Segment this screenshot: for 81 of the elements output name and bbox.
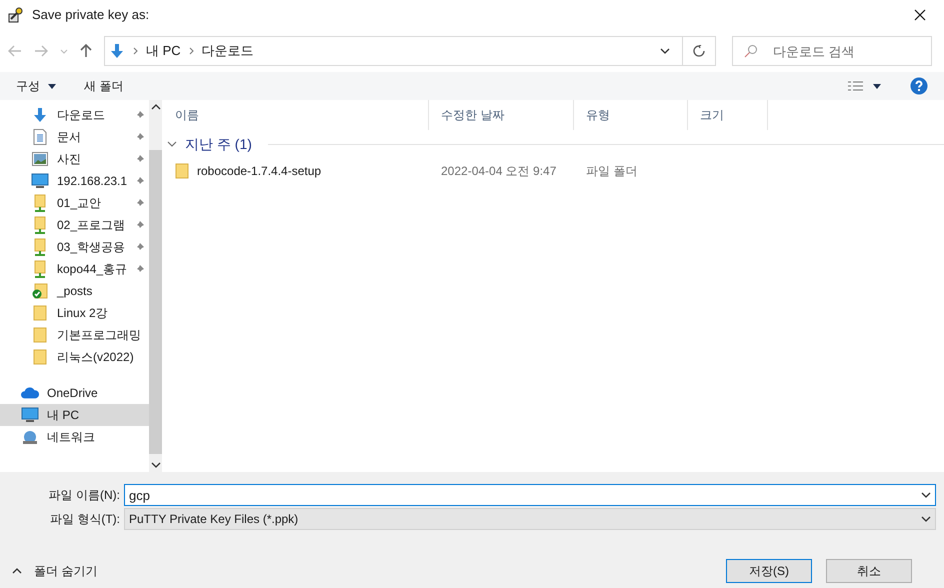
- column-header[interactable]: 수정한 날짜: [429, 100, 574, 130]
- search-icon: [744, 44, 758, 58]
- pin-icon[interactable]: [135, 242, 146, 252]
- window-title: Save private key as:: [32, 6, 150, 24]
- file-row[interactable]: robocode-1.7.4.4-setup 2022-04-04 오전 9:47 파일 폴더: [163, 158, 944, 184]
- key-icon: [8, 7, 24, 23]
- group-header[interactable]: 지난 주 (1): [185, 134, 252, 154]
- help-icon[interactable]: [910, 77, 928, 95]
- refresh-icon[interactable]: [693, 45, 705, 57]
- view-options-icon[interactable]: [848, 81, 882, 91]
- sidebar-item[interactable]: 기본프로그래밍: [0, 324, 150, 346]
- sidebar-item[interactable]: _posts: [0, 280, 150, 302]
- pin-icon[interactable]: [135, 198, 146, 208]
- network-folder-icon: [33, 238, 47, 256]
- folder-icon: [33, 349, 47, 365]
- address-dropdown-icon: [660, 48, 670, 54]
- scroll-up-icon: [150, 104, 161, 110]
- save-button[interactable]: 저장(S): [726, 559, 812, 583]
- chevron-right-icon: [133, 47, 138, 55]
- down-arrow-icon: [109, 43, 125, 59]
- pin-icon[interactable]: [135, 176, 146, 186]
- network-folder-icon: [33, 260, 47, 278]
- caret-down-icon: [48, 84, 56, 88]
- chevron-right-icon: [188, 47, 194, 55]
- sidebar-item[interactable]: 사진: [0, 148, 150, 170]
- monitor-icon: [31, 173, 49, 189]
- group-toggle-icon[interactable]: [167, 139, 177, 149]
- network-folder-icon: [33, 194, 47, 212]
- search-field[interactable]: 다운로드 검색: [732, 36, 932, 66]
- sidebar-item[interactable]: 03_학생공용: [0, 236, 150, 258]
- network-folder-icon: [33, 216, 47, 234]
- pin-icon[interactable]: [135, 264, 146, 274]
- column-header[interactable]: 크기: [688, 100, 768, 130]
- close-icon: [914, 9, 926, 21]
- cancel-button[interactable]: 취소: [826, 559, 912, 583]
- dropdown-chevron-icon: [921, 516, 931, 522]
- sidebar-item[interactable]: 내 PC: [0, 404, 150, 426]
- sidebar-item[interactable]: 02_프로그램: [0, 214, 150, 236]
- down-arrow-icon: [32, 107, 48, 123]
- pin-icon[interactable]: [135, 110, 146, 120]
- pin-icon[interactable]: [135, 154, 146, 164]
- monitor-icon: [21, 407, 39, 423]
- pin-icon[interactable]: [135, 220, 146, 230]
- forward-arrow-icon[interactable]: [34, 45, 48, 57]
- field-label: 파일 이름(N):: [48, 487, 121, 504]
- filename-field[interactable]: gcp: [124, 484, 936, 506]
- breadcrumb-item[interactable]: 다운로드: [202, 41, 254, 61]
- sidebar-item[interactable]: Linux 2강: [0, 302, 150, 324]
- sidebar-item[interactable]: 문서: [0, 126, 150, 148]
- scroll-down-icon: [150, 462, 161, 468]
- back-arrow-icon[interactable]: [8, 45, 22, 57]
- folder-icon: [33, 305, 47, 321]
- new-folder-button[interactable]: 새 폴더: [84, 77, 124, 95]
- up-arrow-icon[interactable]: [80, 44, 92, 58]
- chevron-up-icon: [12, 568, 22, 574]
- sidebar-item[interactable]: 다운로드: [0, 104, 150, 126]
- recent-dropdown-icon[interactable]: [60, 48, 68, 54]
- scrollbar[interactable]: [149, 100, 162, 472]
- dropdown-chevron-icon: [921, 492, 931, 498]
- folder-icon: [33, 327, 47, 343]
- network-icon: [21, 430, 39, 444]
- picture-icon: [32, 152, 48, 166]
- folder-icon: [175, 163, 189, 179]
- field-label: 파일 형식(T):: [49, 511, 121, 528]
- column-header[interactable]: 이름: [163, 100, 429, 130]
- organize-menu-button[interactable]: 구성: [16, 77, 56, 95]
- sidebar-item[interactable]: kopo44_홍규: [0, 258, 150, 280]
- hide-folders-button[interactable]: 폴더 숨기기: [8, 562, 98, 580]
- cloud-icon: [21, 387, 39, 399]
- sidebar-item[interactable]: 네트워크: [0, 426, 150, 448]
- sidebar-item[interactable]: OneDrive: [0, 382, 150, 404]
- sidebar-item[interactable]: 01_교안: [0, 192, 150, 214]
- pin-icon[interactable]: [135, 132, 146, 142]
- document-icon: [33, 129, 47, 145]
- breadcrumb-item[interactable]: 내 PC: [146, 41, 181, 61]
- synced-folder-icon: [32, 283, 48, 299]
- address-bar[interactable]: 내 PC 다운로드: [104, 36, 716, 66]
- sidebar-item[interactable]: 리눅스(v2022): [0, 346, 150, 368]
- sidebar-item[interactable]: 192.168.23.1: [0, 170, 150, 192]
- column-header[interactable]: 유형: [574, 100, 688, 130]
- filetype-dropdown[interactable]: PuTTY Private Key Files (*.ppk): [124, 508, 936, 530]
